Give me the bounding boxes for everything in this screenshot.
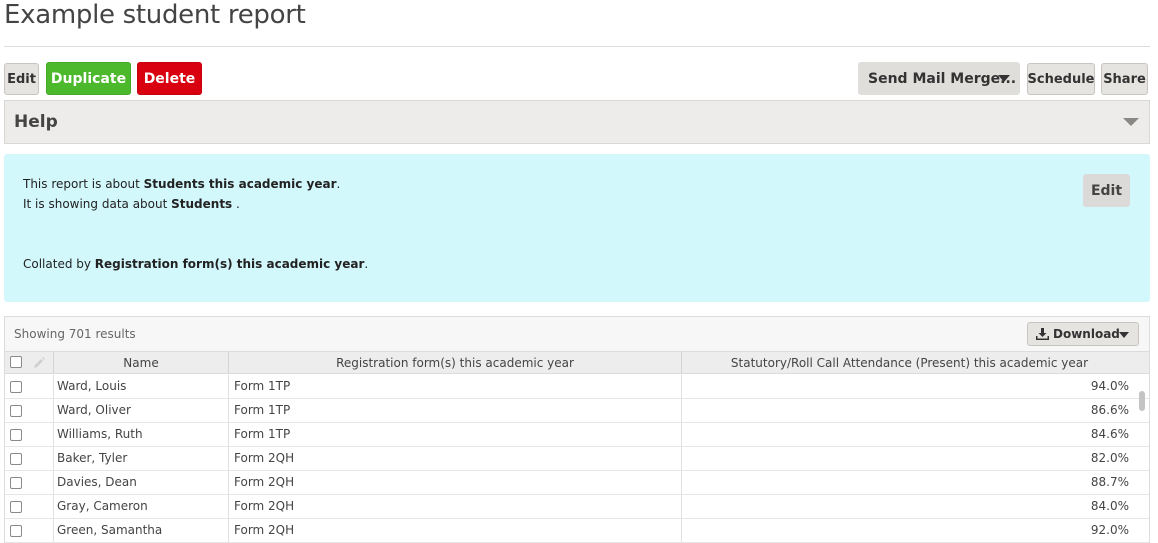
report-about-value: Students this academic year <box>143 177 337 191</box>
table-row[interactable]: Ward, Oliver Form 1TP 86.6% <box>5 399 1149 423</box>
share-button[interactable]: Share <box>1101 63 1148 95</box>
table-row[interactable]: Gray, Cameron Form 2QH 84.0% <box>5 495 1149 519</box>
registration-form: Form 2QH <box>229 447 682 470</box>
row-select-cell <box>5 519 54 542</box>
registration-form: Form 1TP <box>229 399 682 422</box>
row-select-cell <box>5 447 54 470</box>
row-checkbox[interactable] <box>10 477 22 489</box>
download-label: Download <box>1053 327 1120 341</box>
send-mail-merge-label: Send Mail Merge... <box>868 70 1017 87</box>
attendance-value: 84.6% <box>1090 427 1129 441</box>
report-about-suffix: . <box>336 177 341 191</box>
row-select-cell <box>5 495 54 518</box>
attendance-value: 88.7% <box>1090 475 1129 489</box>
help-title: Help <box>14 112 58 132</box>
delete-button[interactable]: Delete <box>137 62 202 95</box>
duplicate-button[interactable]: Duplicate <box>46 62 131 95</box>
registration-form: Form 2QH <box>229 471 682 494</box>
header-select-cell <box>5 352 54 374</box>
student-name: Baker, Tyler <box>54 447 229 470</box>
table-row[interactable]: Ward, Louis Form 1TP 94.0% <box>5 375 1149 399</box>
results-count: Showing 701 results <box>14 327 136 341</box>
results-grid: Showing 701 results Download Name Regist… <box>4 316 1150 543</box>
grid-scrollbar[interactable] <box>1139 391 1145 411</box>
table-row[interactable]: Davies, Dean Form 2QH 88.7% <box>5 471 1149 495</box>
attendance-value: 86.6% <box>1090 403 1129 417</box>
grid-toolbar: Showing 701 results Download <box>5 317 1149 351</box>
student-name: Ward, Oliver <box>54 399 229 422</box>
student-name: Gray, Cameron <box>54 495 229 518</box>
report-showing-line: It is showing data about Students . <box>23 197 240 211</box>
registration-form: Form 2QH <box>229 519 682 542</box>
report-collated-suffix: . <box>364 257 369 271</box>
report-about-prefix: This report is about <box>23 177 144 191</box>
pencil-icon <box>34 357 45 368</box>
row-select-cell <box>5 399 54 422</box>
student-name: Williams, Ruth <box>54 423 229 446</box>
row-checkbox[interactable] <box>10 405 22 417</box>
row-checkbox[interactable] <box>10 501 22 513</box>
edit-button[interactable]: Edit <box>4 63 39 95</box>
send-mail-merge-button[interactable]: Send Mail Merge... <box>858 62 1020 95</box>
column-header-registration-form[interactable]: Registration form(s) this academic year <box>229 352 682 374</box>
info-edit-button[interactable]: Edit <box>1083 174 1130 207</box>
attendance-value: 82.0% <box>1090 451 1129 465</box>
report-showing-prefix: It is showing data about <box>23 197 172 211</box>
registration-form: Form 1TP <box>229 375 682 398</box>
column-header-name[interactable]: Name <box>54 352 229 374</box>
table-row[interactable]: Baker, Tyler Form 2QH 82.0% <box>5 447 1149 471</box>
column-header-attendance[interactable]: Statutory/Roll Call Attendance (Present)… <box>682 352 1137 374</box>
report-about-line: This report is about Students this acade… <box>23 177 340 191</box>
report-collated-line: Collated by Registration form(s) this ac… <box>23 257 368 271</box>
attendance-value: 84.0% <box>1090 499 1129 513</box>
row-select-cell <box>5 375 54 398</box>
title-divider <box>4 46 1150 47</box>
student-name: Green, Samantha <box>54 519 229 542</box>
report-collated-prefix: Collated by <box>23 257 95 271</box>
help-panel-toggle[interactable]: Help <box>4 100 1150 144</box>
report-info-panel: This report is about Students this acade… <box>4 154 1150 302</box>
report-showing-suffix: . <box>232 197 240 211</box>
student-name: Davies, Dean <box>54 471 229 494</box>
table-row[interactable]: Green, Samantha Form 2QH 92.0% <box>5 519 1149 543</box>
download-icon <box>1036 328 1049 340</box>
caret-down-icon <box>1119 332 1129 338</box>
download-button[interactable]: Download <box>1027 322 1139 346</box>
row-checkbox[interactable] <box>10 453 22 465</box>
student-name: Ward, Louis <box>54 375 229 398</box>
schedule-button[interactable]: Schedule <box>1027 63 1095 95</box>
registration-form: Form 1TP <box>229 423 682 446</box>
row-checkbox[interactable] <box>10 429 22 441</box>
row-select-cell <box>5 471 54 494</box>
attendance-value: 92.0% <box>1090 523 1129 537</box>
report-showing-value: Students <box>171 197 233 211</box>
table-row[interactable]: Williams, Ruth Form 1TP 84.6% <box>5 423 1149 447</box>
row-select-cell <box>5 423 54 446</box>
attendance-value: 94.0% <box>1090 379 1129 393</box>
registration-form: Form 2QH <box>229 495 682 518</box>
caret-down-icon <box>998 75 1010 82</box>
grid-header-row: Name Registration form(s) this academic … <box>5 351 1149 374</box>
row-checkbox[interactable] <box>10 525 22 537</box>
page-title: Example student report <box>4 0 306 30</box>
select-all-checkbox[interactable] <box>10 356 22 368</box>
row-checkbox[interactable] <box>10 381 22 393</box>
report-collated-value: Registration form(s) this academic year <box>94 257 365 271</box>
chevron-down-icon <box>1123 118 1139 126</box>
